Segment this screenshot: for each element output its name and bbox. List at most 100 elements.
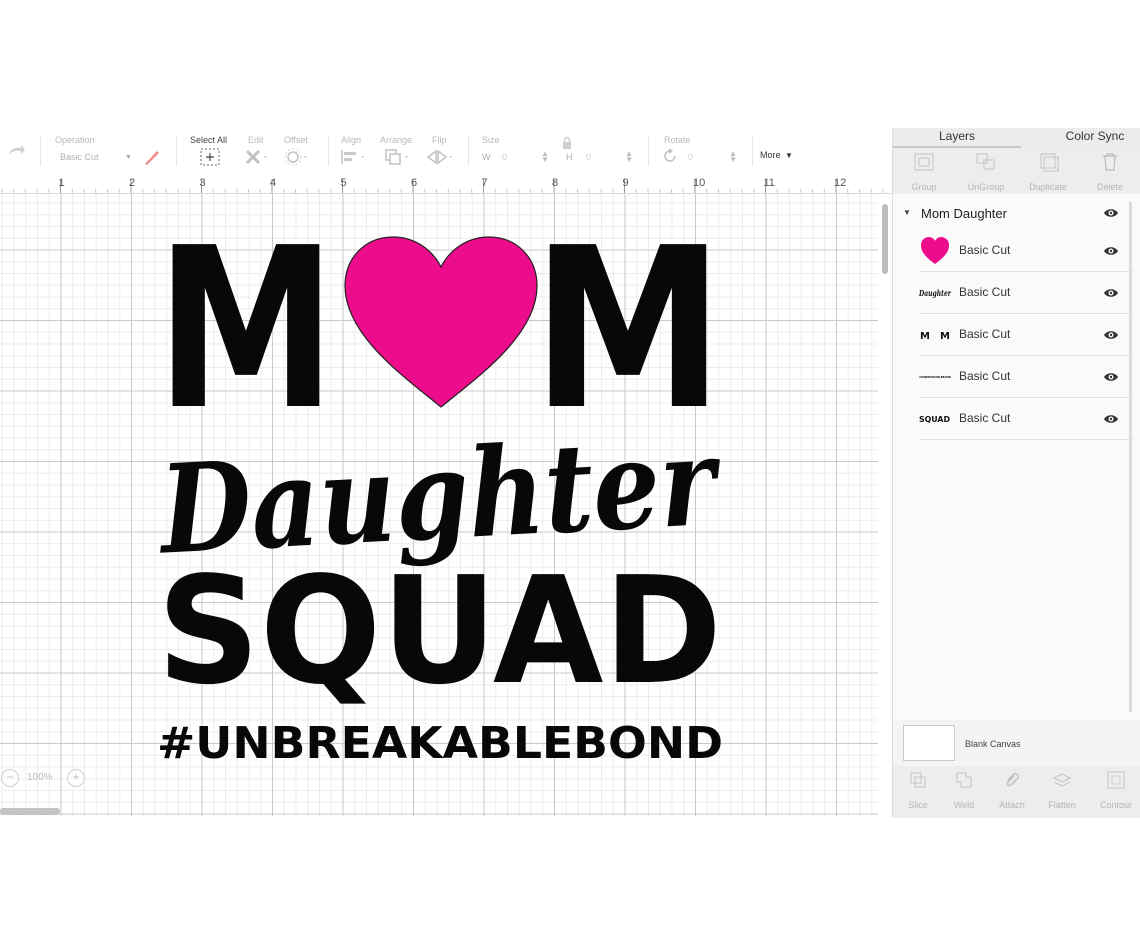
tab-color-sync[interactable]: Color Sync: [1021, 128, 1140, 148]
zoom-level: 100%: [27, 772, 53, 783]
design-hashtag-text[interactable]: #UNBREAKABLEBOND: [157, 718, 723, 769]
svg-text:#UNBREAKABLEBOND: #UNBREAKABLEBOND: [919, 375, 951, 379]
width-prefix: W: [482, 152, 491, 162]
toolbar-divider: [176, 136, 177, 166]
layers-panel: Layers Color Sync Group UnGroup Duplicat…: [892, 128, 1140, 818]
delete-icon: [1103, 153, 1117, 171]
contour-icon: [1107, 771, 1125, 789]
offset-icon[interactable]: [284, 148, 310, 171]
flip-icon[interactable]: [426, 148, 456, 171]
layers-scrollbar[interactable]: [1129, 202, 1132, 712]
redo-icon[interactable]: [6, 142, 26, 163]
rotate-stepper-icon[interactable]: ▲ ▼: [729, 150, 737, 164]
eye-icon[interactable]: [1103, 208, 1119, 218]
flatten-button[interactable]: Flatten: [1037, 770, 1087, 810]
eye-icon[interactable]: [1103, 372, 1119, 382]
toolbar-divider: [328, 136, 329, 166]
duplicate-button[interactable]: Duplicate: [1017, 152, 1079, 192]
ruler-number: 10: [693, 177, 706, 189]
operation-value: Basic Cut: [60, 152, 99, 162]
operation-select[interactable]: Basic Cut ▼: [55, 150, 135, 166]
design-letter-m-left[interactable]: M: [156, 201, 336, 459]
blank-canvas-swatch[interactable]: [903, 725, 955, 761]
width-stepper-icon[interactable]: ▲ ▼: [541, 150, 549, 164]
ungroup-label: UnGroup: [967, 182, 1005, 192]
contour-button[interactable]: Contour: [1091, 770, 1140, 810]
weld-label: Weld: [953, 800, 975, 810]
arrange-label: Arrange: [380, 135, 413, 145]
align-icon[interactable]: [340, 148, 368, 171]
toolbar-divider: [40, 136, 41, 166]
chevron-down-icon: ▼: [125, 154, 132, 161]
attach-label: Attach: [999, 800, 1025, 810]
eye-icon[interactable]: [1103, 246, 1119, 256]
height-input[interactable]: H 0 ▲ ▼: [566, 150, 636, 166]
design-canvas[interactable]: M M Daughter SQUAD #UNBREAKABLEBOND: [0, 194, 878, 816]
rotate-icon[interactable]: [662, 148, 678, 169]
panel-tabs: Layers Color Sync: [893, 128, 1140, 148]
layer-row-mm[interactable]: M M Basic Cut: [919, 314, 1133, 356]
arrange-icon[interactable]: [384, 148, 412, 171]
combine-actions-bar: Slice Weld Attach Flatten Contour: [893, 766, 1140, 818]
caret-down-icon[interactable]: ▼: [903, 208, 911, 217]
design-heart[interactable]: [344, 236, 538, 408]
layer-row-heart[interactable]: Basic Cut: [919, 230, 1133, 272]
rotate-label: Rotate: [664, 135, 691, 145]
more-button[interactable]: More ▼: [760, 145, 800, 160]
toolbar-divider: [468, 136, 469, 166]
design-squad-text[interactable]: SQUAD: [157, 545, 722, 717]
canvas-vertical-scroll-thumb[interactable]: [882, 204, 888, 274]
ungroup-button[interactable]: UnGroup: [955, 152, 1017, 192]
blank-canvas-label: Blank Canvas: [965, 739, 1021, 749]
width-value: 0: [502, 152, 508, 162]
select-all-icon[interactable]: [200, 148, 220, 171]
flatten-icon: [1052, 773, 1072, 787]
layer-row-squad[interactable]: SQUAD Basic Cut: [919, 398, 1133, 440]
ruler-number: 9: [622, 177, 629, 189]
duplicate-label: Duplicate: [1029, 182, 1067, 192]
zoom-in-button[interactable]: +: [67, 769, 85, 787]
eye-icon[interactable]: [1103, 288, 1119, 298]
group-label: Group: [911, 182, 937, 192]
ruler-number: 12: [834, 177, 847, 189]
height-stepper-icon[interactable]: ▲ ▼: [625, 150, 633, 164]
zoom-out-button[interactable]: −: [1, 769, 19, 787]
layer-thumbnail: #UNBREAKABLEBOND: [919, 356, 955, 398]
edit-label: Edit: [248, 135, 264, 145]
edit-icon[interactable]: [244, 148, 270, 171]
more-label: More: [760, 150, 781, 160]
slice-label: Slice: [908, 800, 928, 810]
eye-icon[interactable]: [1103, 330, 1119, 340]
weld-button[interactable]: Weld: [939, 770, 989, 810]
size-label: Size: [482, 135, 500, 145]
ruler-number: 3: [199, 177, 206, 189]
rotate-input[interactable]: 0 ▲ ▼: [682, 150, 740, 166]
svg-text:Daughter: Daughter: [919, 288, 952, 298]
duplicate-icon: [1040, 153, 1059, 172]
tab-layers[interactable]: Layers: [893, 128, 1021, 148]
ruler-number: 8: [552, 177, 559, 189]
flip-label: Flip: [432, 135, 447, 145]
operation-label: Operation: [55, 135, 95, 145]
attach-icon: [1006, 772, 1020, 787]
layer-row-hashtag[interactable]: #UNBREAKABLEBOND Basic Cut: [919, 356, 1133, 398]
layer-label: Basic Cut: [959, 243, 1011, 257]
layer-row-daughter[interactable]: Daughter Basic Cut: [918, 272, 1133, 314]
attach-button[interactable]: Attach: [987, 770, 1037, 810]
offset-label: Offset: [284, 135, 308, 145]
slice-button[interactable]: Slice: [893, 770, 943, 810]
delete-button[interactable]: Delete: [1079, 152, 1140, 192]
width-input[interactable]: W 0 ▲ ▼: [480, 150, 550, 166]
eye-icon[interactable]: [1103, 414, 1119, 424]
height-value: 0: [586, 152, 592, 162]
pen-color-icon[interactable]: [143, 148, 161, 171]
group-button[interactable]: Group: [893, 152, 955, 192]
canvas-horizontal-scroll-thumb[interactable]: [0, 808, 60, 815]
ruler-number: 5: [340, 177, 347, 189]
canvas-vertical-scrollbar[interactable]: [878, 194, 892, 816]
layer-thumbnail: M M: [919, 314, 955, 356]
layer-group-row[interactable]: ▼ Mom Daughter: [893, 194, 1140, 230]
design-artwork[interactable]: M M Daughter SQUAD #UNBREAKABLEBOND: [0, 194, 878, 816]
horizontal-ruler: 1 2 3 4 5 6 7 8 9 10 11 12: [0, 176, 892, 194]
align-label: Align: [341, 135, 362, 145]
